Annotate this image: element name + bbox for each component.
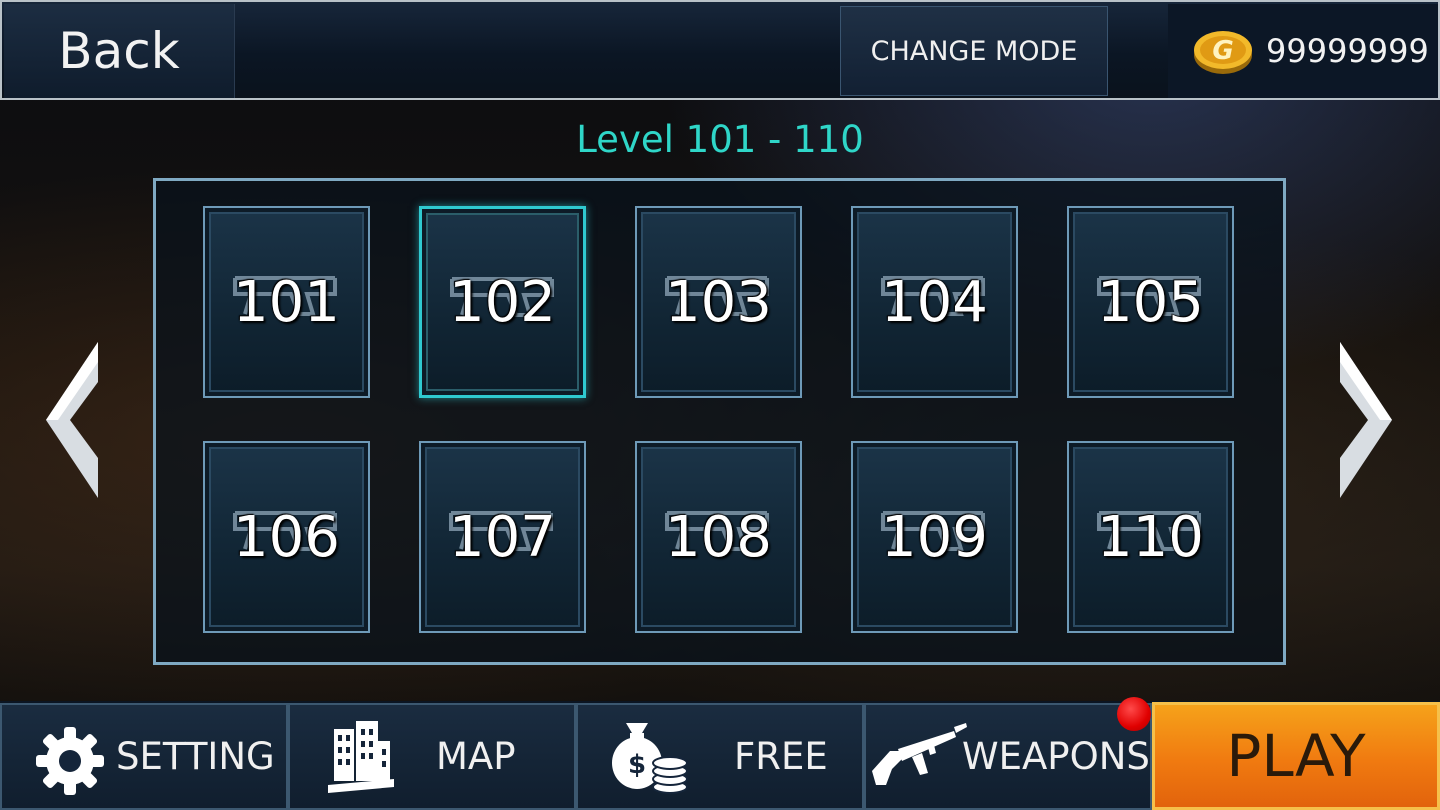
weapons-label: WEAPONS — [962, 735, 1150, 778]
gear-icon — [34, 725, 106, 806]
level-tile-107[interactable]: 107 — [419, 441, 586, 633]
level-tile-110[interactable]: 110 — [1067, 441, 1234, 633]
level-tile-106[interactable]: 106 — [203, 441, 370, 633]
notification-dot — [1117, 697, 1151, 731]
svg-text:G: G — [1212, 36, 1233, 66]
level-number: 110 — [1097, 504, 1204, 570]
level-tile-108[interactable]: 108 — [635, 441, 802, 633]
play-button[interactable]: PLAY — [1152, 702, 1440, 810]
free-label: FREE — [734, 735, 828, 778]
setting-label: SETTING — [116, 735, 275, 778]
level-number: 101 — [233, 269, 340, 335]
level-grid-panel: 101 102 103 104 105 106 107 108 109 110 — [153, 178, 1286, 665]
top-bar: Back CHANGE MODE G 99999999 — [0, 0, 1440, 100]
coin-balance: G 99999999 — [1168, 4, 1438, 98]
map-label: MAP — [436, 735, 516, 778]
chevron-right-icon[interactable] — [1338, 340, 1394, 500]
level-tile-104[interactable]: 104 — [851, 206, 1018, 398]
setting-button[interactable]: SETTING — [0, 703, 288, 810]
free-button[interactable]: $ FREE — [576, 703, 864, 810]
level-number: 104 — [881, 269, 988, 335]
level-tile-102[interactable]: 102 — [419, 206, 586, 398]
level-tile-101[interactable]: 101 — [203, 206, 370, 398]
svg-text:$: $ — [628, 750, 646, 780]
gold-coin-icon: G — [1192, 26, 1254, 76]
level-number: 103 — [665, 269, 772, 335]
city-buildings-icon — [328, 719, 394, 804]
level-range-title: Level 101 - 110 — [576, 118, 864, 161]
level-number: 106 — [233, 504, 340, 570]
level-number: 109 — [881, 504, 988, 570]
level-number: 107 — [449, 504, 556, 570]
coin-amount: 99999999 — [1266, 32, 1429, 70]
money-bag-coins-icon: $ — [610, 719, 690, 804]
assault-rifle-icon — [872, 723, 968, 798]
back-button[interactable]: Back — [4, 4, 235, 98]
level-number: 102 — [449, 269, 556, 335]
level-tile-105[interactable]: 105 — [1067, 206, 1234, 398]
level-tile-109[interactable]: 109 — [851, 441, 1018, 633]
level-tile-103[interactable]: 103 — [635, 206, 802, 398]
level-number: 105 — [1097, 269, 1204, 335]
map-button[interactable]: MAP — [288, 703, 576, 810]
chevron-left-icon[interactable] — [44, 340, 100, 500]
weapons-button[interactable]: WEAPONS — [864, 703, 1152, 810]
level-number: 108 — [665, 504, 772, 570]
change-mode-button[interactable]: CHANGE MODE — [840, 6, 1108, 96]
